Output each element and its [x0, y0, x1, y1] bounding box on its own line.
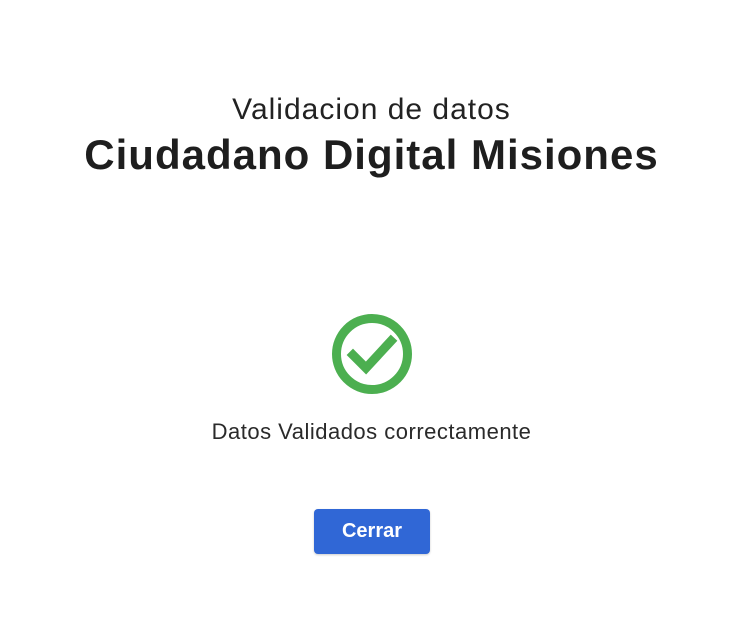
dialog-subtitle: Validacion de datos — [232, 93, 511, 126]
dialog-title: Ciudadano Digital Misiones — [84, 131, 659, 178]
close-button[interactable]: Cerrar — [314, 509, 430, 554]
check-circle-icon — [332, 314, 412, 394]
validation-message: Datos Validados correctamente — [211, 419, 532, 444]
